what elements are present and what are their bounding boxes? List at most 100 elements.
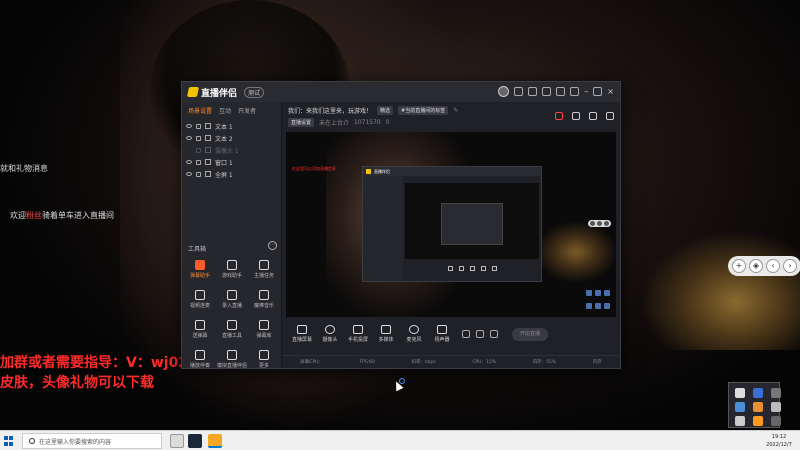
live-companion-taskbar-icon[interactable] [208, 434, 222, 448]
windows-start-icon[interactable] [4, 436, 14, 446]
control-label: 扬声器 [434, 337, 450, 343]
shield-icon[interactable] [753, 388, 763, 398]
tool-record[interactable]: 录入直播 [216, 290, 248, 314]
eye-icon[interactable] [186, 124, 192, 128]
usb-icon[interactable] [735, 416, 745, 426]
version-badge[interactable]: 测试 [244, 86, 265, 98]
steam-icon[interactable] [188, 434, 202, 448]
live-settings-button[interactable]: 直播设置 [288, 118, 315, 127]
lock-icon[interactable] [196, 171, 201, 177]
edit-icon[interactable]: ✎ [453, 107, 458, 114]
source-label: 窗口 1 [215, 159, 233, 167]
tool-danmu-assistant[interactable]: 弹幕助手 [184, 260, 216, 284]
eye-icon[interactable] [186, 160, 192, 164]
start-live-button[interactable]: 开始直播 [512, 327, 548, 341]
nested-title: 直播伴侣 [374, 168, 390, 174]
tool-game-assistant[interactable]: 游戏助手 [216, 260, 248, 284]
float-next-icon[interactable]: › [783, 259, 797, 273]
source-item[interactable]: 文本 1 [182, 120, 281, 132]
microphone-button[interactable]: 麦克风 [400, 325, 428, 343]
tray-icon[interactable] [771, 402, 781, 412]
settings-icon[interactable] [572, 112, 580, 120]
topic-tag[interactable]: #当前直播间的标签 [398, 106, 449, 115]
phone-cast-button[interactable]: 手机投屏 [344, 325, 372, 343]
tab-developer[interactable]: 开发者 [238, 106, 256, 115]
bell-icon[interactable] [606, 112, 614, 120]
lock-icon[interactable] [196, 159, 201, 165]
avatar[interactable] [498, 86, 510, 97]
tool-music[interactable]: 魔棒音乐 [248, 290, 280, 314]
menu-icon[interactable] [570, 87, 580, 96]
chart-icon[interactable] [589, 112, 597, 120]
taskbar-clock[interactable]: 19:12 2022/12/7 [760, 433, 798, 449]
camera-button[interactable]: 摄像头 [316, 325, 344, 343]
tool-video-link[interactable]: 视频连麦 [184, 290, 216, 314]
speaker-button[interactable]: 扬声器 [428, 325, 456, 343]
text-source-icon [205, 123, 211, 129]
source-item[interactable]: 文本 2 [182, 132, 281, 144]
tool-send-danmu[interactable]: 送弹幕 [184, 320, 216, 344]
float-settings-icon[interactable]: ◈ [749, 259, 763, 273]
screen-capture-button[interactable]: 直播屏幕 [288, 325, 316, 343]
tab-scenes[interactable]: 场景设置 [188, 106, 212, 115]
task-view-icon[interactable] [170, 434, 184, 448]
eye-icon[interactable] [476, 330, 484, 338]
source-item[interactable]: 摄像头 1 [182, 144, 281, 156]
source-item[interactable]: 全屏 1 [182, 168, 281, 180]
lock-icon[interactable] [196, 123, 201, 129]
lock-icon[interactable] [196, 147, 201, 153]
tool-simulator[interactable]: 模拟直播伴侣 [216, 350, 248, 374]
eye-icon[interactable] [186, 172, 192, 176]
media-button[interactable]: 多媒体 [372, 325, 400, 343]
tray-icon[interactable] [771, 416, 781, 426]
toolbox-more-button[interactable]: ··· [268, 241, 277, 250]
welcome-suffix: 骑着单车进入直播间 [42, 211, 114, 220]
tool-accompaniment[interactable]: 播放伴奏 [184, 350, 216, 374]
tool-more[interactable]: 更多 [248, 350, 280, 374]
tool-live-tools[interactable]: 直播工具 [216, 320, 248, 344]
status-item: 内存：55% [532, 360, 557, 365]
tool-label: 魔棒音乐 [253, 303, 274, 309]
lock-icon[interactable] [196, 135, 201, 141]
maximize-icon[interactable] [593, 87, 603, 96]
tool-label: 更多 [258, 363, 269, 369]
floating-toolbar[interactable]: + ◈ ‹ › [728, 256, 800, 276]
stream-title-row: 我们：来我们这里来，玩游戏！ 精选 #当前直播间的标签 ✎ [288, 106, 458, 115]
app-tray-icon[interactable] [753, 402, 763, 412]
source-item[interactable]: 窗口 1 [182, 156, 281, 168]
danmu-icon [195, 260, 205, 270]
gear-icon[interactable] [490, 330, 498, 338]
app-tray-icon[interactable] [753, 416, 763, 426]
tray-icon[interactable] [735, 388, 745, 398]
tool-danmu-library[interactable]: 弹幕库 [248, 320, 280, 344]
status-item: 码率：kbps [411, 360, 436, 365]
tab-interact[interactable]: 互动 [219, 106, 231, 115]
taskbar-search[interactable]: 在这里输入你要搜索的内容 [22, 433, 162, 449]
live-preview[interactable]: 在这里可以添加直播信息 直播伴侣 [286, 132, 616, 317]
bluetooth-icon[interactable] [735, 402, 745, 412]
search-placeholder: 在这里输入你要搜索的内容 [39, 438, 112, 446]
float-add-icon[interactable]: + [732, 259, 746, 273]
tool-label: 主播任务 [253, 273, 274, 279]
close-icon[interactable]: × [607, 87, 614, 96]
float-prev-icon[interactable]: ‹ [766, 259, 780, 273]
window-source-icon [205, 159, 211, 165]
preview-float-bar [588, 220, 611, 227]
stream-info-bar: 我们：来我们这里来，玩游戏！ 精选 #当前直播间的标签 ✎ 直播设置 未在上台介… [282, 102, 620, 132]
record-icon[interactable] [462, 330, 470, 338]
shirt-icon[interactable] [556, 87, 566, 96]
phone-icon [353, 325, 363, 334]
tray-icon[interactable] [771, 388, 781, 398]
gift-icon[interactable] [542, 87, 552, 96]
tray-icon [595, 290, 601, 296]
screen-icon[interactable] [528, 87, 538, 96]
stream-title[interactable]: 我们：来我们这里来，玩游戏！ [288, 106, 372, 115]
source-list: 文本 1 文本 2 摄像头 1 窗口 1 全屏 1 [182, 116, 281, 180]
minimize-icon[interactable]: – [584, 87, 588, 96]
tool-anchor-tasks[interactable]: 主播任务 [248, 260, 280, 284]
message-icon[interactable] [514, 87, 524, 96]
eye-icon[interactable] [186, 136, 192, 140]
gift-icon[interactable] [555, 112, 563, 120]
title-bar: 直播伴侣 测试 – × [182, 82, 620, 102]
category-tag[interactable]: 精选 [377, 106, 394, 115]
